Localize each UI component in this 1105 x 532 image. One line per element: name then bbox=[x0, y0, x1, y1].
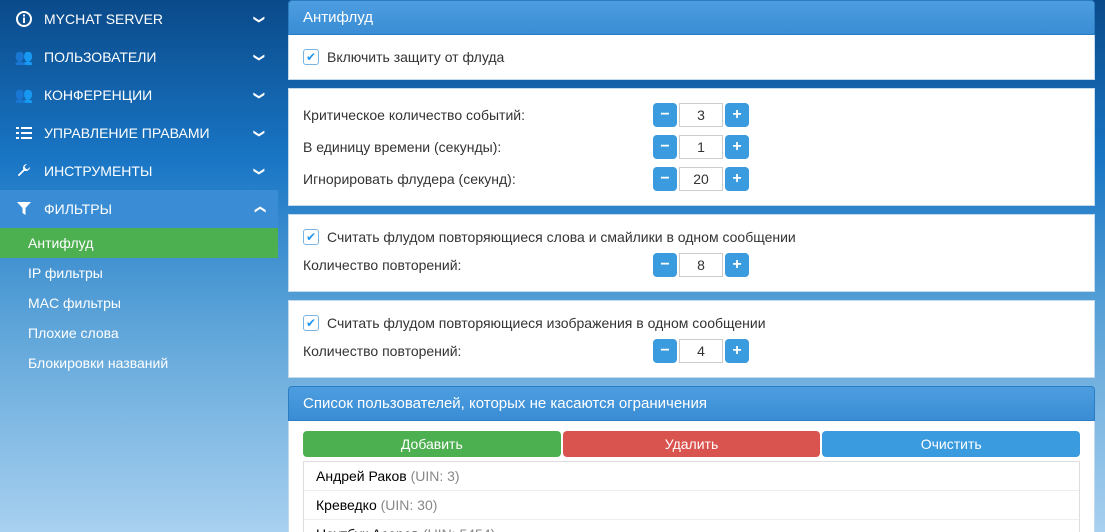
nav-tools[interactable]: ИНСТРУМЕНТЫ ❯ bbox=[0, 152, 278, 190]
clear-button[interactable]: Очистить bbox=[822, 431, 1080, 457]
list-icon bbox=[14, 123, 34, 143]
chevron-down-icon: ❯ bbox=[253, 166, 266, 175]
ignore-seconds-stepper: − 20 + bbox=[653, 167, 749, 191]
user-name: Ноутбук Асеров bbox=[316, 526, 419, 532]
nav-mychat-server[interactable]: MYCHAT SERVER ❯ bbox=[0, 0, 278, 38]
plus-button[interactable]: + bbox=[725, 103, 749, 127]
user-name: Креведко bbox=[316, 497, 377, 513]
page-title: Антифлуд bbox=[288, 0, 1095, 35]
user-name: Андрей Раков bbox=[316, 468, 407, 484]
minus-button[interactable]: − bbox=[653, 135, 677, 159]
list-item[interactable]: Андрей Раков (UIN: 3) bbox=[304, 462, 1079, 491]
user-exclusion-list: Андрей Раков (UIN: 3) Креведко (UIN: 30)… bbox=[303, 461, 1080, 532]
minus-button[interactable]: − bbox=[653, 167, 677, 191]
plus-button[interactable]: + bbox=[725, 167, 749, 191]
add-button[interactable]: Добавить bbox=[303, 431, 561, 457]
enable-flood-checkbox[interactable] bbox=[303, 49, 319, 65]
user-uin: (UIN: 30) bbox=[381, 497, 438, 513]
repeat-images-checkbox[interactable] bbox=[303, 315, 319, 331]
ignore-seconds-value[interactable]: 20 bbox=[679, 167, 723, 191]
critical-events-stepper: − 3 + bbox=[653, 103, 749, 127]
repeat-images-count-label: Количество повторений: bbox=[303, 343, 653, 359]
nav-label: УПРАВЛЕНИЕ ПРАВАМИ bbox=[44, 125, 210, 141]
users-icon: 👥 bbox=[14, 47, 34, 67]
plus-button[interactable]: + bbox=[725, 135, 749, 159]
nav-label: ПОЛЬЗОВАТЕЛИ bbox=[44, 49, 156, 65]
time-unit-label: В единицу времени (секунды): bbox=[303, 139, 653, 155]
time-unit-stepper: − 1 + bbox=[653, 135, 749, 159]
repeat-words-value[interactable]: 8 bbox=[679, 253, 723, 277]
wrench-icon bbox=[14, 161, 34, 181]
critical-events-label: Критическое количество событий: bbox=[303, 107, 653, 123]
minus-button[interactable]: − bbox=[653, 253, 677, 277]
nav-label: ФИЛЬТРЫ bbox=[44, 201, 112, 217]
repeat-words-count-label: Количество повторений: bbox=[303, 257, 653, 273]
chevron-down-icon: ❯ bbox=[253, 90, 266, 99]
nav-rights[interactable]: УПРАВЛЕНИЕ ПРАВАМИ ❯ bbox=[0, 114, 278, 152]
list-item[interactable]: Креведко (UIN: 30) bbox=[304, 491, 1079, 520]
chevron-down-icon: ❯ bbox=[253, 52, 266, 61]
repeat-images-stepper: − 4 + bbox=[653, 339, 749, 363]
ignore-seconds-label: Игнорировать флудера (секунд): bbox=[303, 171, 653, 187]
main-content: Антифлуд Включить защиту от флуда Критич… bbox=[278, 0, 1105, 532]
chevron-up-icon: ❯ bbox=[253, 204, 266, 213]
sidebar: MYCHAT SERVER ❯ 👥 ПОЛЬЗОВАТЕЛИ ❯ 👥 КОНФЕ… bbox=[0, 0, 278, 532]
exclusions-title: Список пользователей, которых не касаютс… bbox=[288, 386, 1095, 421]
chevron-down-icon: ❯ bbox=[253, 128, 266, 137]
sidebar-item-mac-filters[interactable]: MAC фильтры bbox=[0, 288, 278, 318]
nav-users[interactable]: 👥 ПОЛЬЗОВАТЕЛИ ❯ bbox=[0, 38, 278, 76]
nav-label: ИНСТРУМЕНТЫ bbox=[44, 163, 152, 179]
nav-label: MYCHAT SERVER bbox=[44, 11, 163, 27]
filter-icon bbox=[14, 199, 34, 219]
nav-label: КОНФЕРЕНЦИИ bbox=[44, 87, 152, 103]
sidebar-item-antiflood[interactable]: Антифлуд bbox=[0, 228, 278, 258]
critical-events-value[interactable]: 3 bbox=[679, 103, 723, 127]
repeat-words-checkbox[interactable] bbox=[303, 229, 319, 245]
sidebar-item-name-blocks[interactable]: Блокировки названий bbox=[0, 348, 278, 378]
repeat-images-value[interactable]: 4 bbox=[679, 339, 723, 363]
repeat-words-label: Считать флудом повторяющиеся слова и сма… bbox=[327, 229, 796, 245]
delete-button[interactable]: Удалить bbox=[563, 431, 821, 457]
sidebar-item-label: Антифлуд bbox=[28, 235, 93, 251]
users-icon: 👥 bbox=[14, 85, 34, 105]
user-uin: (UIN: 3) bbox=[411, 468, 460, 484]
minus-button[interactable]: − bbox=[653, 339, 677, 363]
sidebar-item-ip-filters[interactable]: IP фильтры bbox=[0, 258, 278, 288]
nav-conferences[interactable]: 👥 КОНФЕРЕНЦИИ ❯ bbox=[0, 76, 278, 114]
sidebar-item-bad-words[interactable]: Плохие слова bbox=[0, 318, 278, 348]
sidebar-item-label: MAC фильтры bbox=[28, 295, 121, 311]
minus-button[interactable]: − bbox=[653, 103, 677, 127]
nav-filters[interactable]: ФИЛЬТРЫ ❯ bbox=[0, 190, 278, 228]
plus-button[interactable]: + bbox=[725, 253, 749, 277]
user-uin: (UIN: 5454) bbox=[423, 526, 495, 532]
sidebar-item-label: Плохие слова bbox=[28, 325, 119, 341]
plus-button[interactable]: + bbox=[725, 339, 749, 363]
chevron-down-icon: ❯ bbox=[253, 14, 266, 23]
sidebar-item-label: IP фильтры bbox=[28, 265, 103, 281]
repeat-words-stepper: − 8 + bbox=[653, 253, 749, 277]
time-unit-value[interactable]: 1 bbox=[679, 135, 723, 159]
enable-flood-label: Включить защиту от флуда bbox=[327, 49, 504, 65]
list-item[interactable]: Ноутбук Асеров (UIN: 5454) bbox=[304, 520, 1079, 532]
info-icon bbox=[14, 9, 34, 29]
repeat-images-label: Считать флудом повторяющиеся изображения… bbox=[327, 315, 766, 331]
sidebar-item-label: Блокировки названий bbox=[28, 355, 168, 371]
